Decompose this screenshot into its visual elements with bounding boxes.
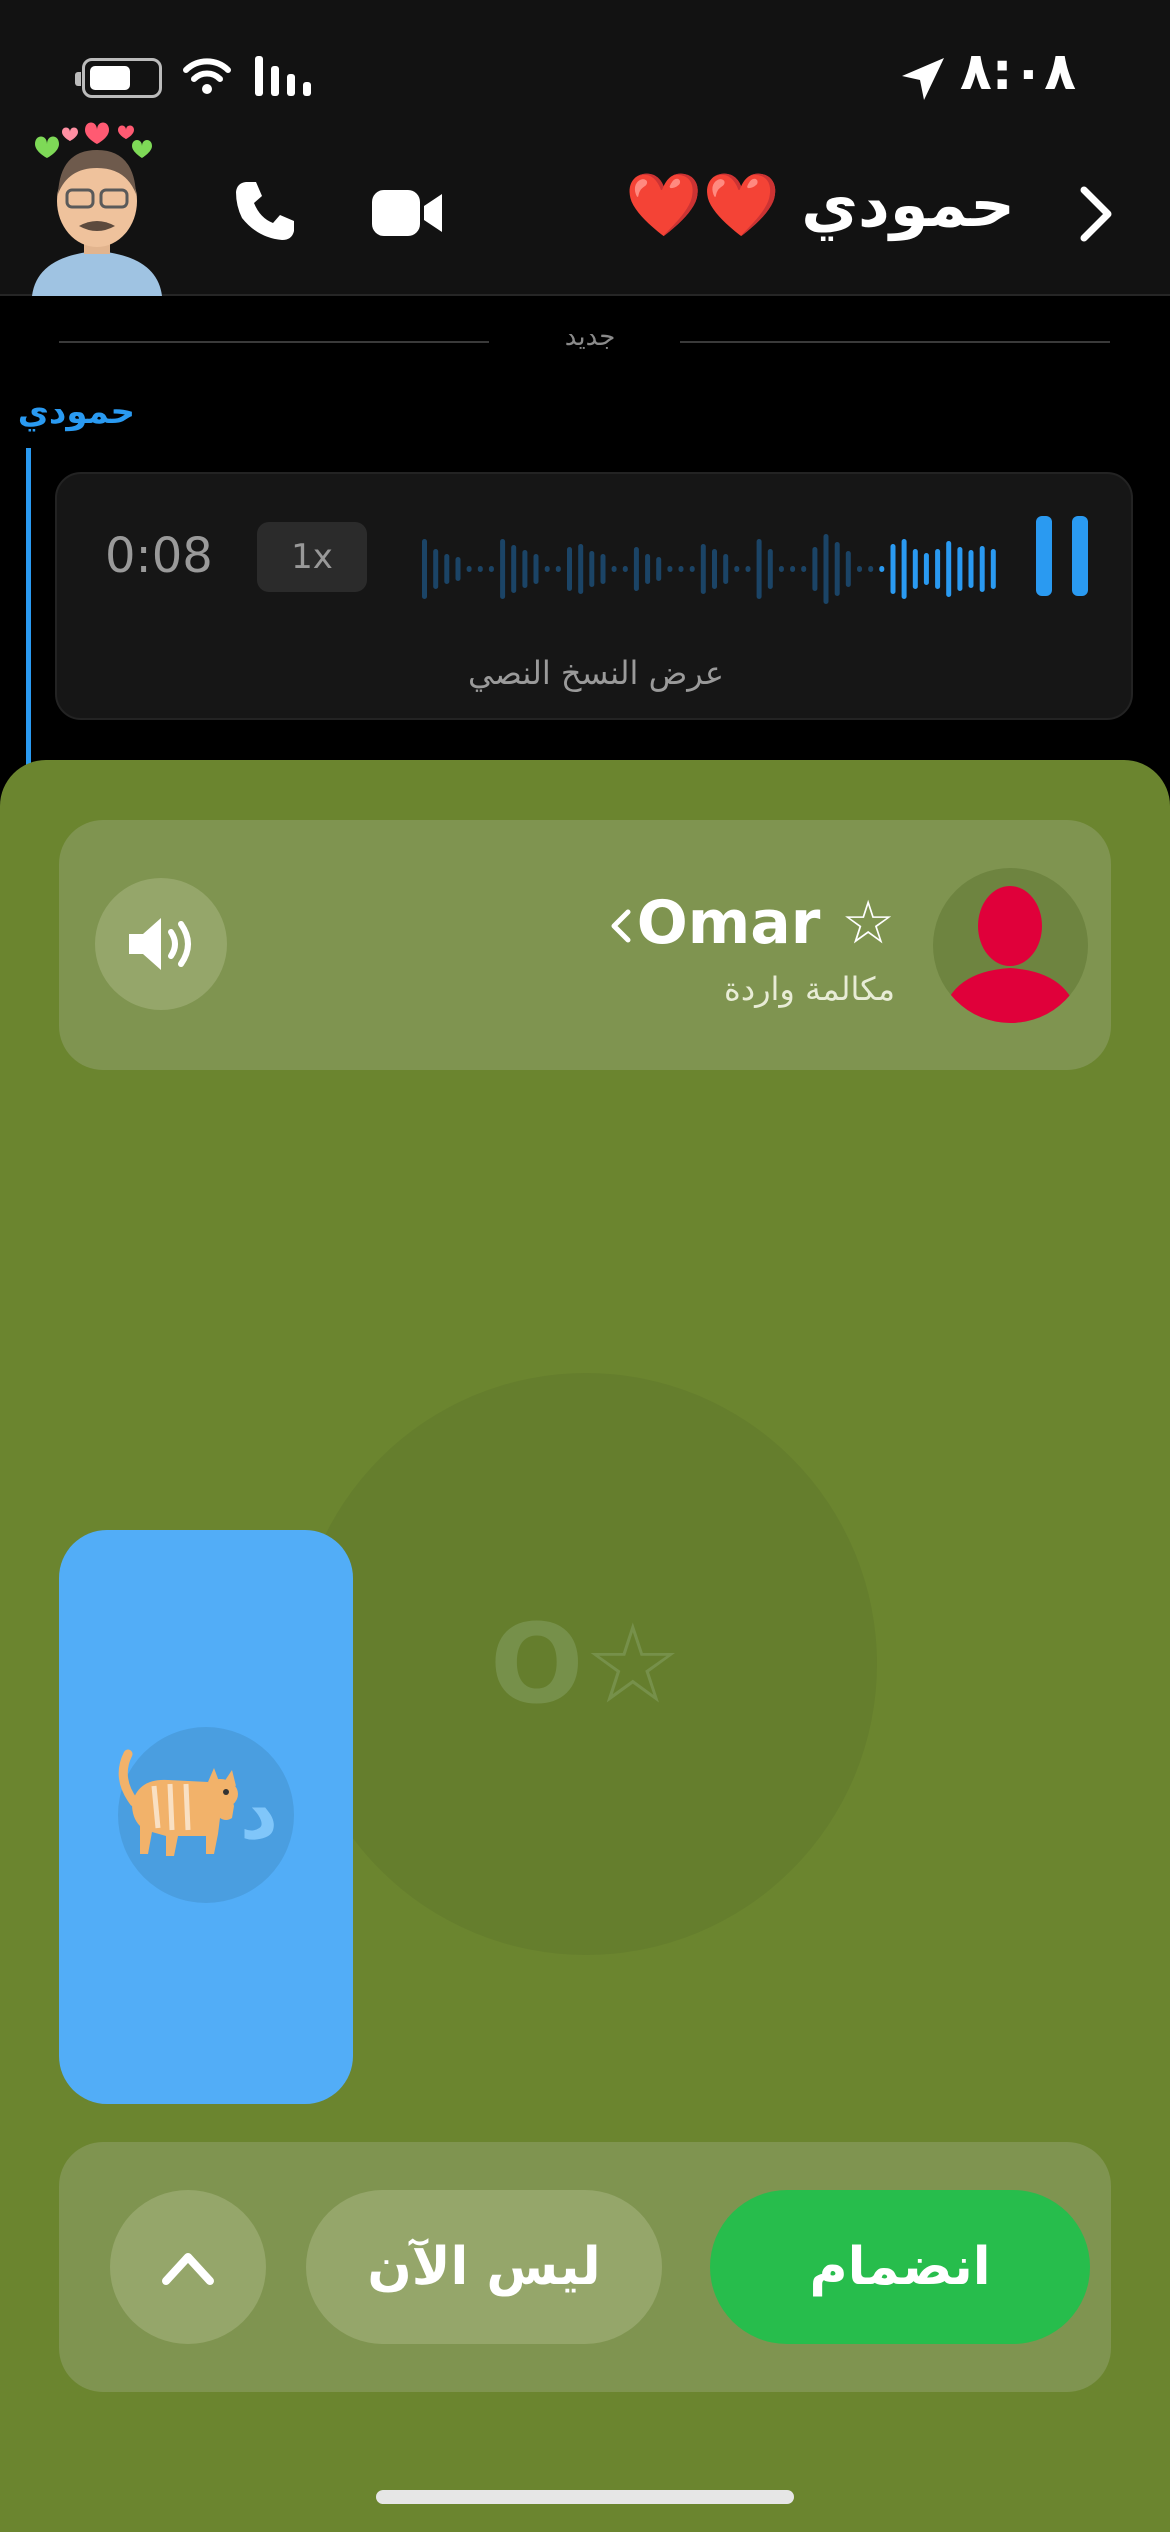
- divider-line: [59, 341, 489, 343]
- status-bar: ٨:٠٨: [0, 0, 1170, 140]
- chevron-right-icon[interactable]: [1076, 184, 1116, 244]
- divider-line: [680, 341, 1110, 343]
- speaker-button[interactable]: [95, 878, 227, 1010]
- expand-button[interactable]: [110, 2190, 266, 2344]
- battery-icon: [75, 58, 162, 98]
- not-now-button[interactable]: ليس الآن: [306, 2190, 662, 2344]
- caller-avatar[interactable]: [933, 868, 1088, 1023]
- call-status: مكالمة واردة: [724, 970, 895, 1008]
- person-silhouette-icon: [941, 886, 1079, 1023]
- home-indicator[interactable]: [376, 2490, 794, 2504]
- phone-icon[interactable]: [232, 178, 298, 244]
- status-time: ٨:٠٨: [960, 42, 1077, 102]
- pause-icon[interactable]: [1032, 516, 1092, 596]
- sender-accent-bar: [26, 448, 31, 778]
- cat-emoji: [118, 1749, 238, 1856]
- voice-note-card[interactable]: 0:08 1x عرض النسخ النصي: [55, 472, 1133, 720]
- speaker-icon: [129, 918, 191, 970]
- chevron-left-icon[interactable]: [608, 908, 634, 944]
- caller-name[interactable]: Omar ☆: [637, 888, 895, 958]
- chevron-up-icon: [162, 2253, 214, 2285]
- contact-name[interactable]: حمودي ❤️❤️: [625, 168, 1015, 242]
- signal-icon: [255, 56, 311, 96]
- wifi-icon: [183, 58, 231, 94]
- location-arrow-icon: [902, 58, 944, 100]
- sender-name: حمودي: [17, 392, 135, 432]
- playback-speed-button[interactable]: 1x: [257, 522, 367, 592]
- caller-initials: O☆: [489, 1600, 683, 1728]
- new-messages-divider: جديد: [564, 322, 616, 352]
- bitmoji-avatar[interactable]: [22, 116, 172, 296]
- view-transcript-link[interactable]: عرض النسخ النصي: [57, 654, 1135, 692]
- video-camera-icon[interactable]: [372, 188, 444, 238]
- voice-note-duration: 0:08: [105, 528, 213, 584]
- waveform[interactable]: [422, 524, 1002, 614]
- join-call-button[interactable]: انضمام: [710, 2190, 1090, 2344]
